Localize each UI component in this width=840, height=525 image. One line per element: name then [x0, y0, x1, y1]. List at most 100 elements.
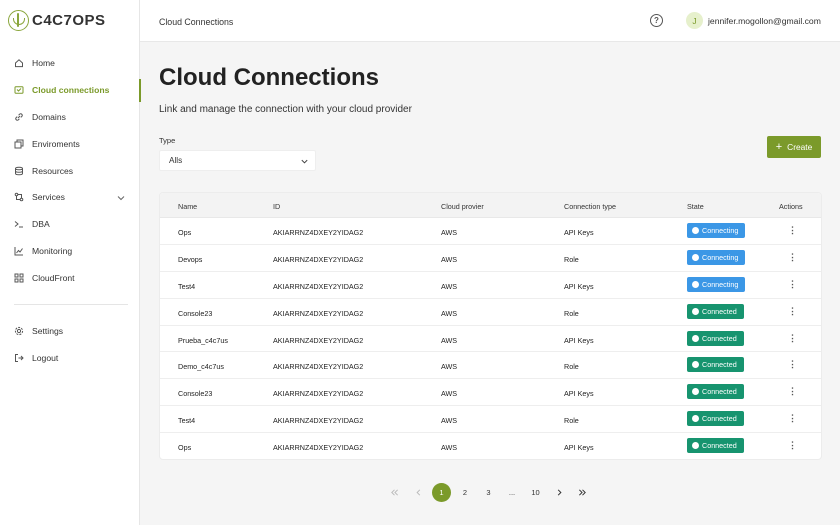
sidebar-item-home[interactable]: Home: [0, 50, 140, 77]
brand-logo[interactable]: C4C7OPS: [8, 10, 106, 31]
status-badge: Connecting: [687, 223, 746, 238]
cell-provider: AWS: [441, 389, 458, 399]
cell-id: AKIARRNZ4DXEY2YIDAG2: [273, 308, 364, 318]
first-page-icon[interactable]: [385, 483, 404, 502]
cell-connection-type: API Keys: [564, 389, 594, 399]
sidebar-item-label: Services: [32, 192, 65, 203]
cell-provider: AWS: [441, 443, 458, 453]
user-email[interactable]: jennifer.mogollon@gmail.com: [708, 16, 821, 26]
sidebar-item-services[interactable]: Services: [0, 184, 140, 211]
last-page-icon[interactable]: [573, 483, 592, 502]
type-filter-select[interactable]: Alls: [159, 150, 316, 171]
column-header-state[interactable]: State: [687, 202, 704, 211]
status-check-icon: [692, 227, 699, 234]
sidebar-item-label: Home: [32, 58, 55, 69]
status-badge: Connected: [687, 384, 744, 400]
cell-name: Devops: [178, 254, 203, 264]
table-row[interactable]: Devops AKIARRNZ4DXEY2YIDAG2 AWS Role Connect…: [160, 245, 821, 272]
status-badge-label: Connected: [702, 387, 737, 397]
more-actions-icon[interactable]: ⋮: [788, 306, 797, 317]
type-filter-label: Type: [159, 136, 176, 145]
help-icon[interactable]: ?: [650, 14, 663, 27]
cell-provider: AWS: [441, 335, 458, 345]
cell-connection-type: API Keys: [564, 335, 594, 345]
status-badge-label: Connected: [702, 306, 737, 316]
cell-connection-type: Role: [564, 254, 579, 264]
cell-connection-type: Role: [564, 416, 579, 426]
cell-provider: AWS: [441, 416, 458, 426]
more-actions-icon[interactable]: ⋮: [788, 413, 797, 424]
sidebar-item-monitoring[interactable]: Monitoring: [0, 238, 140, 265]
sidebar-item-enviroments[interactable]: Enviroments: [0, 130, 140, 157]
sidebar-item-label: Logout: [32, 353, 59, 364]
sidebar-item-cloud-connections[interactable]: Cloud connections: [0, 77, 141, 104]
chevron-down-icon: [300, 157, 309, 166]
page-title: Cloud Connections: [159, 64, 379, 91]
link-icon: [14, 112, 24, 122]
more-actions-icon[interactable]: ⋮: [788, 225, 797, 236]
logo-mark-icon: [8, 10, 29, 31]
sidebar-item-label: Domains: [32, 111, 66, 122]
pagination: 1 2 3 ... 10: [385, 483, 597, 502]
page-button-1[interactable]: 1: [432, 483, 451, 502]
more-actions-icon[interactable]: ⋮: [788, 333, 797, 344]
more-actions-icon[interactable]: ⋮: [788, 386, 797, 397]
cloudfront-icon: [14, 273, 24, 283]
cell-id: AKIARRNZ4DXEY2YIDAG2: [273, 443, 364, 453]
create-button[interactable]: + Create: [767, 136, 821, 158]
status-badge-label: Connecting: [702, 226, 739, 235]
table-row[interactable]: Ops AKIARRNZ4DXEY2YIDAG2 AWS API Keys Connec…: [160, 433, 821, 459]
more-actions-icon[interactable]: ⋮: [788, 440, 797, 451]
sidebar-item-settings[interactable]: Settings: [0, 318, 140, 345]
status-badge: Connecting: [687, 276, 746, 292]
column-header-provider[interactable]: Cloud provier: [441, 202, 484, 211]
services-icon: [14, 192, 24, 202]
table-row[interactable]: Test4 AKIARRNZ4DXEY2YIDAG2 AWS Role Connecte…: [160, 406, 821, 434]
cell-connection-type: Role: [564, 362, 579, 372]
table-row[interactable]: Prueba_c4c7us AKIARRNZ4DXEY2YIDAG2 AWS API …: [160, 326, 821, 353]
logout-icon: [14, 353, 24, 363]
table-row[interactable]: Demo_c4c7us AKIARRNZ4DXEY2YIDAG2 AWS Role Co…: [160, 352, 821, 380]
more-actions-icon[interactable]: ⋮: [788, 359, 797, 370]
home-icon: [14, 58, 24, 68]
next-page-icon[interactable]: [550, 483, 569, 502]
cell-id: AKIARRNZ4DXEY2YIDAG2: [273, 362, 364, 372]
cell-id: AKIARRNZ4DXEY2YIDAG2: [273, 389, 364, 399]
avatar[interactable]: J: [686, 12, 703, 29]
table-row[interactable]: Console23 AKIARRNZ4DXEY2YIDAG2 AWS Role Conn…: [160, 299, 821, 326]
column-header-id[interactable]: ID: [273, 202, 280, 211]
sidebar-item-resources[interactable]: Resources: [0, 157, 140, 184]
top-bar: Cloud Connections ? J jennifer.mogollon@…: [140, 0, 840, 42]
cell-provider: AWS: [441, 362, 458, 372]
more-actions-icon[interactable]: ⋮: [788, 279, 797, 290]
column-header-name[interactable]: Name: [178, 202, 197, 211]
create-button-label: Create: [787, 142, 813, 152]
prev-page-icon[interactable]: [409, 483, 428, 502]
table-row[interactable]: Ops AKIARRNZ4DXEY2YIDAG2 AWS API Keys Connec…: [160, 218, 821, 245]
terminal-icon: [14, 219, 24, 229]
cell-connection-type: API Keys: [564, 228, 594, 237]
cell-connection-type: API Keys: [564, 281, 594, 291]
page-button-10[interactable]: 10: [526, 483, 545, 502]
cell-connection-type: Role: [564, 308, 579, 318]
chevron-down-icon[interactable]: [116, 193, 126, 203]
table-row[interactable]: Test4 AKIARRNZ4DXEY2YIDAG2 AWS API Keys Conn…: [160, 272, 821, 299]
sidebar-item-dba[interactable]: DBA: [0, 211, 140, 238]
column-header-connection-type[interactable]: Connection type: [564, 202, 616, 211]
page-button-2[interactable]: 2: [456, 483, 475, 502]
environments-icon: [14, 139, 24, 149]
cell-id: AKIARRNZ4DXEY2YIDAG2: [273, 416, 364, 426]
sidebar: C4C7OPS Home Cloud connections Domains E…: [0, 0, 141, 525]
sidebar-item-logout[interactable]: Logout: [0, 345, 140, 372]
cell-name: Ops: [178, 228, 192, 237]
more-actions-icon[interactable]: ⋮: [788, 252, 797, 263]
cell-provider: AWS: [441, 254, 458, 264]
cell-provider: AWS: [441, 228, 458, 237]
page-button-3[interactable]: 3: [479, 483, 498, 502]
table-row[interactable]: Console23 AKIARRNZ4DXEY2YIDAG2 AWS API Keys…: [160, 379, 821, 407]
status-badge-label: Connecting: [702, 279, 739, 289]
sidebar-item-cloudfront[interactable]: CloudFront: [0, 264, 140, 291]
sidebar-bottom-nav: Settings Logout: [0, 318, 140, 372]
table-header: Name ID Cloud provier Connection type St…: [160, 193, 821, 218]
sidebar-item-domains[interactable]: Domains: [0, 104, 140, 131]
